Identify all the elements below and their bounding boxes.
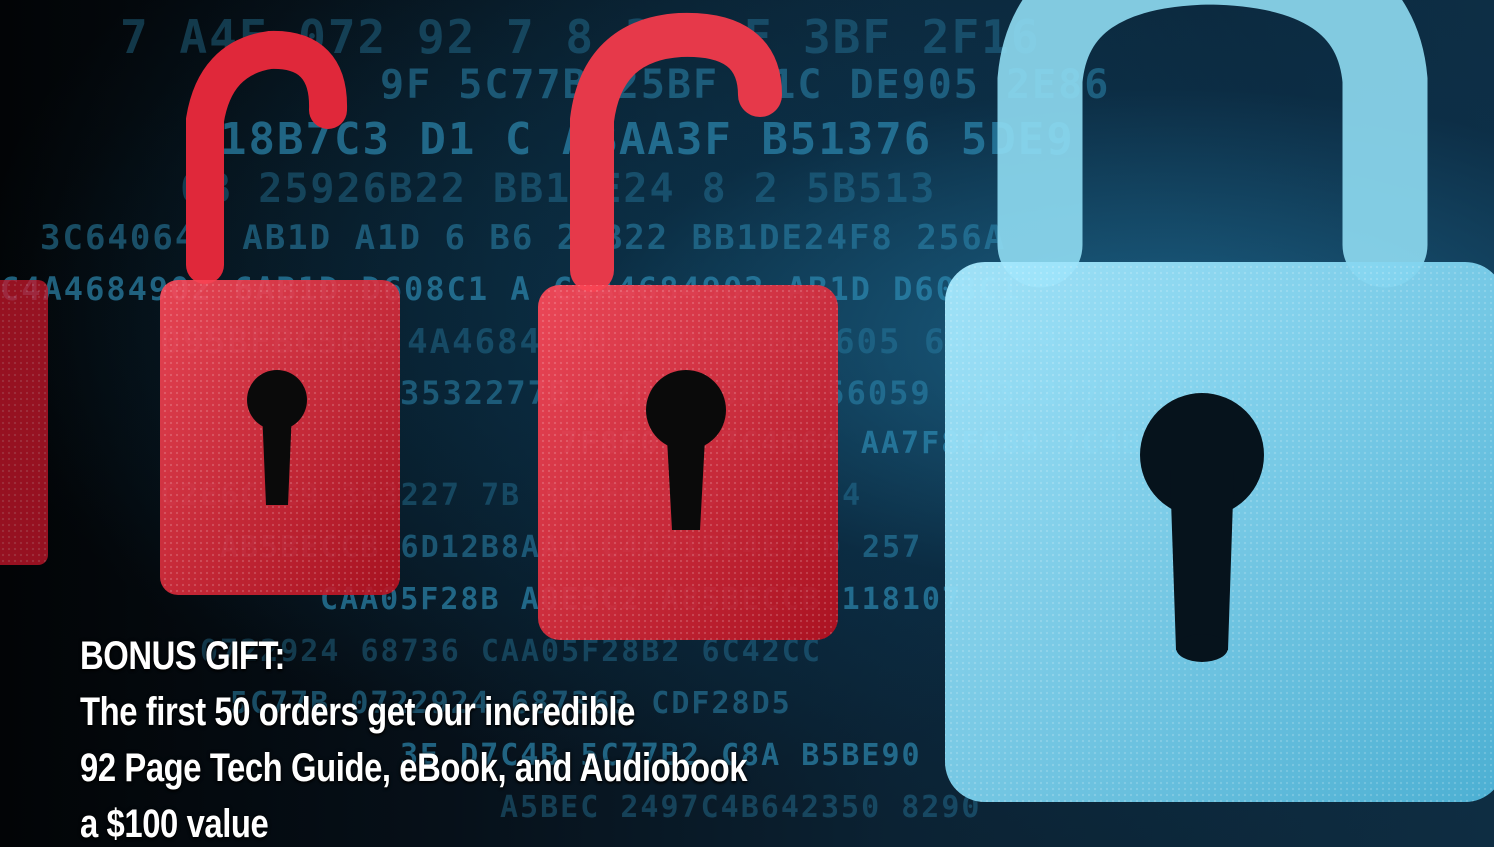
padlock-open-icon [538,12,838,640]
padlock-open-icon [0,280,48,565]
padlock-open-icon [160,30,400,595]
padlock-closed-icon [945,0,1494,802]
promo-banner: 7 A4F 072 92 7 8 3F DF 3BF 2F16 9F 5C77B … [0,0,1494,847]
caption-line: 92 Page Tech Guide, eBook, and Audiobook [80,746,748,790]
caption-line: a $100 value [80,802,269,846]
caption-line: The first 50 orders get our incredible [80,690,635,734]
caption-heading: BONUS GIFT: [80,634,286,678]
bonus-gift-caption: BONUS GIFT: The first 50 orders get our … [80,628,785,847]
